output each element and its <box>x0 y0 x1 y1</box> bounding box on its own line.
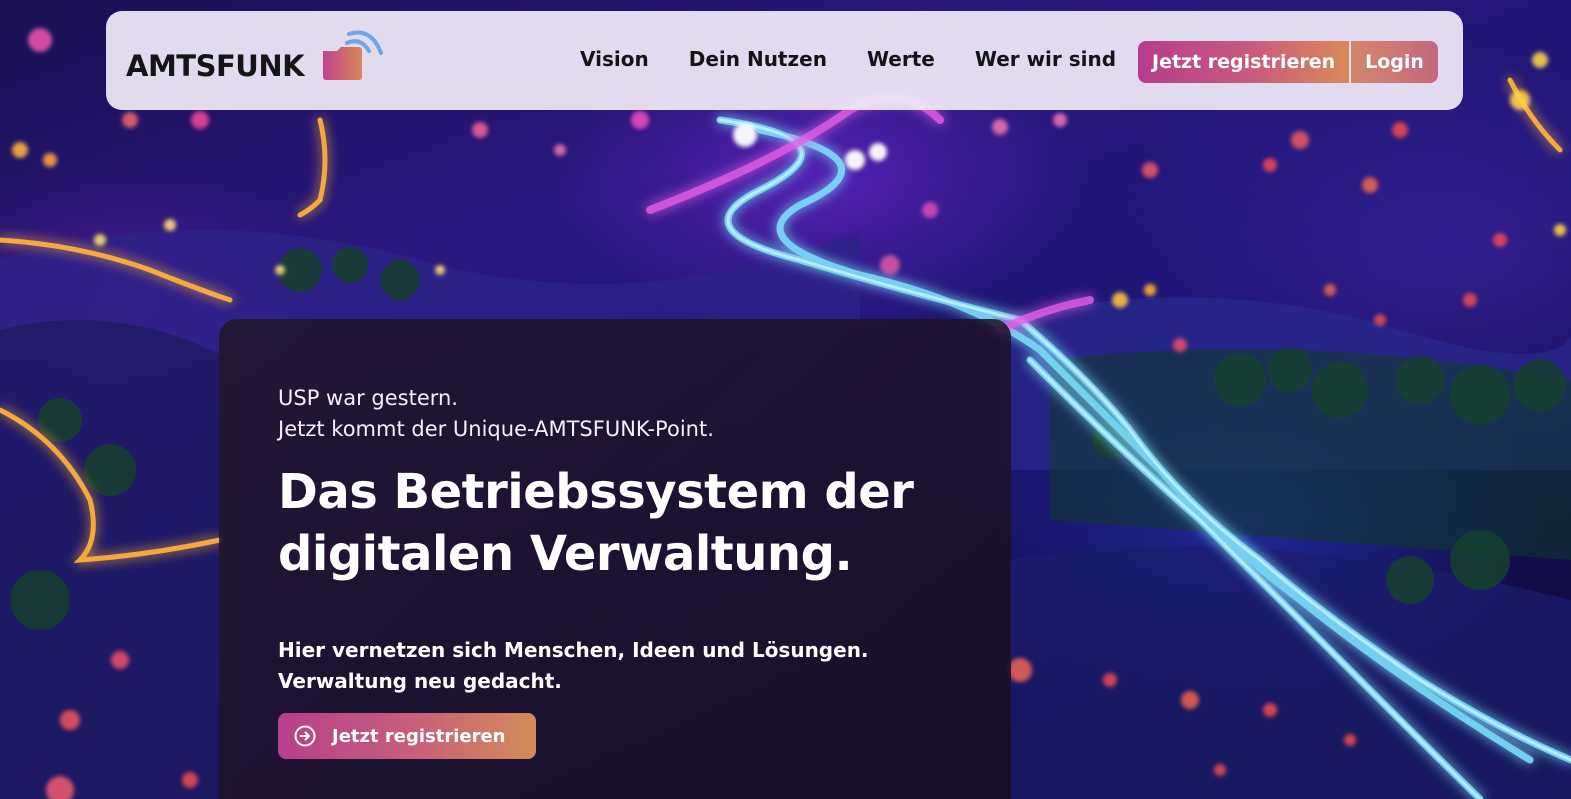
hero-title-line-1: Das Betriebssystem der <box>278 464 914 520</box>
arrow-circle-right-icon <box>294 725 316 747</box>
hero-subtitle-line-1: Hier vernetzen sich Menschen, Ideen und … <box>278 638 869 662</box>
brand-logo[interactable]: AMTSFUNK <box>126 29 396 91</box>
hero-eyebrow-line-2: Jetzt kommt der Unique-AMTSFUNK-Point. <box>278 417 714 441</box>
main-navigation: Vision Dein Nutzen Werte Wer wir sind <box>580 47 1116 71</box>
hero-title: Das Betriebssystem der digitalen Verwalt… <box>278 461 978 585</box>
nav-link-werte[interactable]: Werte <box>867 47 935 71</box>
login-button[interactable]: Login <box>1351 41 1438 83</box>
register-button[interactable]: Jetzt registrieren <box>1138 41 1350 83</box>
nav-link-dein-nutzen[interactable]: Dein Nutzen <box>689 47 827 71</box>
hero-register-button[interactable]: Jetzt registrieren <box>278 713 536 759</box>
hero-eyebrow: USP war gestern. Jetzt kommt der Unique-… <box>278 383 714 445</box>
nav-actions: Jetzt registrieren Login <box>1138 41 1438 83</box>
hero-title-line-2: digitalen Verwaltung. <box>278 526 853 582</box>
brand-name: AMTSFUNK <box>126 49 305 83</box>
hero-card: USP war gestern. Jetzt kommt der Unique-… <box>219 319 1011 799</box>
nav-link-vision[interactable]: Vision <box>580 47 649 71</box>
page: AMTSFUNK Vision Dein Nutzen Werte Wer wi… <box>0 0 1571 799</box>
hero-subtitle: Hier vernetzen sich Menschen, Ideen und … <box>278 635 869 697</box>
hero-register-label: Jetzt registrieren <box>332 725 506 747</box>
nav-link-wer-wir-sind[interactable]: Wer wir sind <box>975 47 1116 71</box>
hero-subtitle-line-2: Verwaltung neu gedacht. <box>278 669 562 693</box>
hero-eyebrow-line-1: USP war gestern. <box>278 386 458 410</box>
top-navbar: AMTSFUNK Vision Dein Nutzen Werte Wer wi… <box>106 11 1463 110</box>
folder-signal-icon <box>323 30 383 80</box>
